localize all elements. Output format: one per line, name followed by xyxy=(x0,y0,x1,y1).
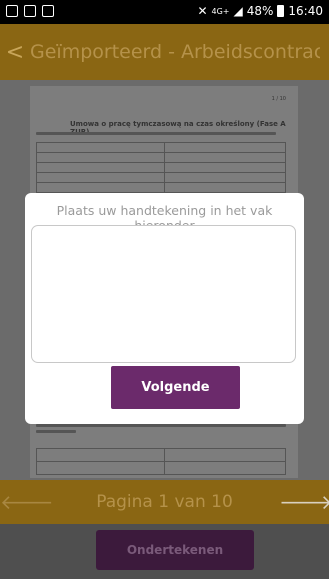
sign-button[interactable]: Ondertekenen xyxy=(96,530,254,570)
image-icon xyxy=(42,5,54,17)
network-type: 4G+ xyxy=(211,6,230,16)
battery-percent: 48% xyxy=(246,4,274,18)
signature-pad[interactable] xyxy=(31,225,296,363)
notification-icons xyxy=(6,5,54,17)
app-bar: < Geïmporteerd - ArbeidscontractP... xyxy=(0,24,329,80)
text-line xyxy=(36,430,76,433)
page-title: Geïmporteerd - ArbeidscontractP... xyxy=(30,41,320,63)
page-marker: 1 / 10 xyxy=(271,96,286,102)
signal-icon: ◢ xyxy=(233,4,243,18)
pagination-bar: 🡐 Pagina 1 van 10 🡒 xyxy=(0,480,329,524)
next-button[interactable]: Volgende xyxy=(111,366,240,409)
next-page-button[interactable]: 🡒 xyxy=(279,490,329,514)
chevron-left-icon: < xyxy=(5,39,25,65)
status-bar: ✕ 4G+ ◢ 48% 16:40 xyxy=(0,0,329,24)
text-line xyxy=(36,132,276,135)
bottom-bar: Ondertekenen xyxy=(0,524,329,579)
gallery-icon xyxy=(6,5,18,17)
status-right: ✕ 4G+ ◢ 48% 16:40 xyxy=(197,4,323,18)
arrow-right-icon: 🡒 xyxy=(279,490,329,514)
arrow-left-icon: 🡐 xyxy=(0,490,54,514)
signature-table xyxy=(36,448,286,475)
mute-icon: ✕ xyxy=(197,4,208,18)
battery-icon xyxy=(277,5,285,17)
file-icon xyxy=(24,5,36,17)
text-line xyxy=(36,424,286,427)
page-indicator: Pagina 1 van 10 xyxy=(96,492,233,512)
clock: 16:40 xyxy=(288,4,323,18)
back-button[interactable]: < xyxy=(0,40,30,65)
prev-page-button[interactable]: 🡐 xyxy=(0,490,54,514)
signature-dialog: Plaats uw handtekening in het vak hieron… xyxy=(25,193,304,424)
